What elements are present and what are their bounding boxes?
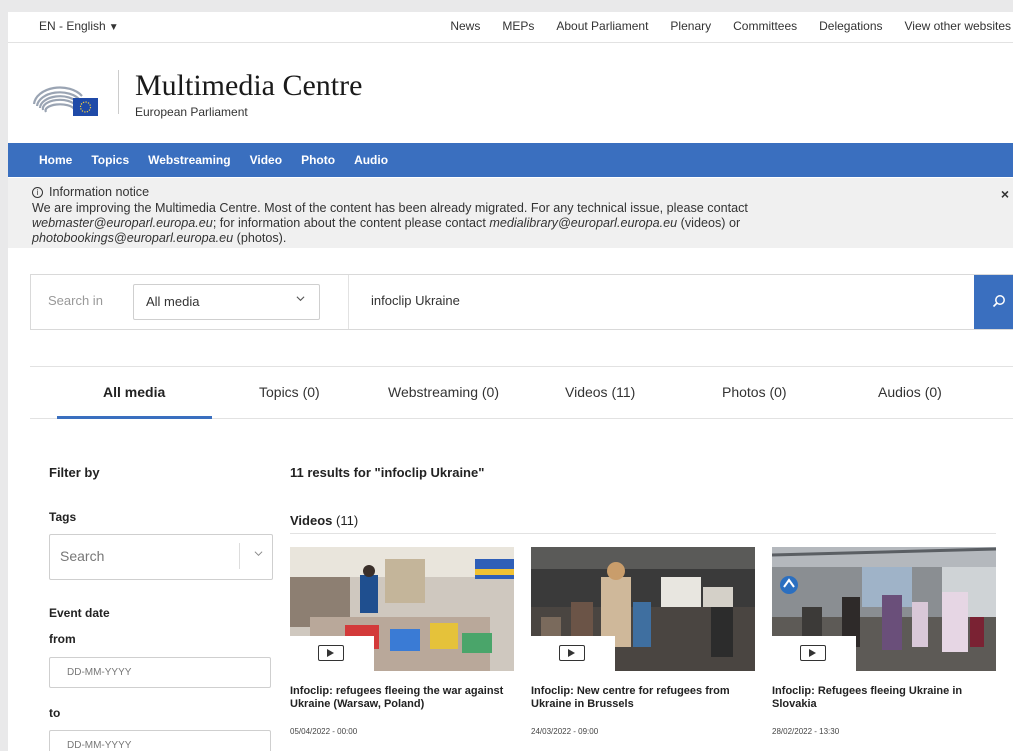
- chevron-down-icon: [296, 296, 305, 302]
- site-header: Multimedia Centre European Parliament: [8, 43, 1013, 143]
- to-date-input[interactable]: DD-MM-YYYY: [49, 730, 271, 751]
- notice-title: Information notice: [49, 185, 150, 199]
- video-thumbnail[interactable]: [290, 547, 514, 671]
- main-nav: Home Topics Webstreaming Video Photo Aud…: [8, 143, 1013, 177]
- page: EN - English ▼ News MEPs About Parliament…: [8, 12, 1013, 751]
- caret-down-icon: ▼: [108, 22, 119, 33]
- from-date-input[interactable]: DD-MM-YYYY: [49, 657, 271, 688]
- header-divider: [118, 70, 119, 114]
- photobookings-email-link[interactable]: photobookings@europarl.europa.eu: [32, 231, 233, 245]
- play-badge[interactable]: [290, 636, 374, 671]
- video-date: 24/03/2022 - 09:00: [531, 727, 599, 736]
- top-link-news[interactable]: News: [450, 19, 480, 33]
- play-icon: [800, 645, 826, 661]
- tags-select-divider: [239, 543, 240, 569]
- filter-title: Filter by: [49, 465, 100, 480]
- result-tabs: All media Topics (0) Webstreaming (0) Vi…: [30, 366, 1013, 419]
- utility-bar: EN - English ▼ News MEPs About Parliament…: [8, 12, 1013, 43]
- videos-section-heading: Videos (11): [290, 513, 358, 528]
- top-link-meps[interactable]: MEPs: [502, 19, 534, 33]
- top-link-delegations[interactable]: Delegations: [819, 19, 882, 33]
- search-bar: Search in All media infoclip Ukraine: [30, 274, 1013, 330]
- top-link-about[interactable]: About Parliament: [556, 19, 648, 33]
- video-title[interactable]: Infoclip: refugees fleeing the war again…: [290, 685, 514, 711]
- play-icon: [318, 645, 344, 661]
- event-date-label: Event date: [49, 606, 110, 620]
- tab-videos[interactable]: Videos (11): [565, 384, 635, 400]
- play-badge[interactable]: [531, 636, 615, 671]
- webmaster-email-link[interactable]: webmaster@europarl.europa.eu: [32, 216, 213, 230]
- chevron-down-icon: [254, 551, 263, 557]
- search-button[interactable]: [974, 275, 1013, 329]
- play-badge[interactable]: [772, 636, 856, 671]
- active-tab-indicator: [57, 416, 212, 419]
- nav-video[interactable]: Video: [250, 153, 282, 167]
- info-icon: i: [32, 187, 43, 198]
- information-notice: i Information notice We are improving the…: [8, 178, 1013, 248]
- site-title[interactable]: Multimedia Centre: [135, 69, 362, 103]
- tags-label: Tags: [49, 510, 77, 524]
- search-divider: [348, 275, 349, 329]
- notice-body: We are improving the Multimedia Centre. …: [32, 201, 932, 246]
- results-summary: 11 results for "infoclip Ukraine": [290, 465, 485, 480]
- tab-topics[interactable]: Topics (0): [259, 384, 320, 400]
- search-input[interactable]: infoclip Ukraine: [371, 293, 460, 308]
- nav-photo[interactable]: Photo: [301, 153, 335, 167]
- notice-line-1: We are improving the Multimedia Centre. …: [32, 201, 748, 215]
- top-link-plenary[interactable]: Plenary: [670, 19, 711, 33]
- notice-line-2b: (videos) or: [677, 216, 741, 230]
- tab-audios[interactable]: Audios (0): [878, 384, 942, 400]
- top-link-committees[interactable]: Committees: [733, 19, 797, 33]
- tags-search-placeholder: Search: [60, 548, 105, 564]
- results-divider: [290, 533, 996, 534]
- top-link-other-websites[interactable]: View other websites: [905, 19, 1012, 33]
- to-date-placeholder: DD-MM-YYYY: [67, 740, 132, 751]
- video-thumbnail[interactable]: [531, 547, 755, 671]
- window-frame-top: [0, 0, 1013, 12]
- nav-home[interactable]: Home: [39, 153, 72, 167]
- videos-section-label: Videos: [290, 513, 333, 528]
- tab-all-media[interactable]: All media: [103, 384, 165, 400]
- tab-webstreaming[interactable]: Webstreaming (0): [388, 384, 499, 400]
- video-title[interactable]: Infoclip: New centre for refugees from U…: [531, 685, 755, 711]
- video-thumbnail[interactable]: [772, 547, 996, 671]
- play-icon: [559, 645, 585, 661]
- top-links: News MEPs About Parliament Plenary Commi…: [428, 19, 1011, 33]
- search-icon: [992, 295, 1005, 308]
- nav-topics[interactable]: Topics: [91, 153, 129, 167]
- media-scope-value: All media: [146, 294, 200, 309]
- nav-webstreaming[interactable]: Webstreaming: [148, 153, 230, 167]
- nav-audio[interactable]: Audio: [354, 153, 388, 167]
- notice-close-icon[interactable]: ×: [1001, 186, 1009, 202]
- from-date-placeholder: DD-MM-YYYY: [67, 667, 132, 678]
- video-date: 05/04/2022 - 00:00: [290, 727, 358, 736]
- video-date: 28/02/2022 - 13:30: [772, 727, 840, 736]
- window-frame-left: [0, 0, 8, 751]
- to-label: to: [49, 706, 61, 720]
- video-title[interactable]: Infoclip: Refugees fleeing Ukraine in Sl…: [772, 685, 996, 711]
- language-selector[interactable]: EN - English ▼: [39, 19, 119, 33]
- medialibrary-email-link[interactable]: medialibrary@europarl.europa.eu: [489, 216, 677, 230]
- site-subtitle: European Parliament: [135, 105, 248, 119]
- notice-line-3: (photos).: [233, 231, 287, 245]
- from-label: from: [49, 632, 76, 646]
- search-in-label: Search in: [48, 293, 103, 308]
- language-label: EN - English: [39, 19, 106, 33]
- notice-title-row: i Information notice: [32, 185, 149, 199]
- european-parliament-logo[interactable]: [32, 82, 100, 118]
- videos-section-count: (11): [336, 513, 359, 528]
- notice-line-2a: ; for information about the content plea…: [212, 216, 490, 230]
- tab-photos[interactable]: Photos (0): [722, 384, 787, 400]
- media-scope-select[interactable]: All media: [133, 284, 320, 320]
- tags-search-select[interactable]: Search: [49, 534, 273, 580]
